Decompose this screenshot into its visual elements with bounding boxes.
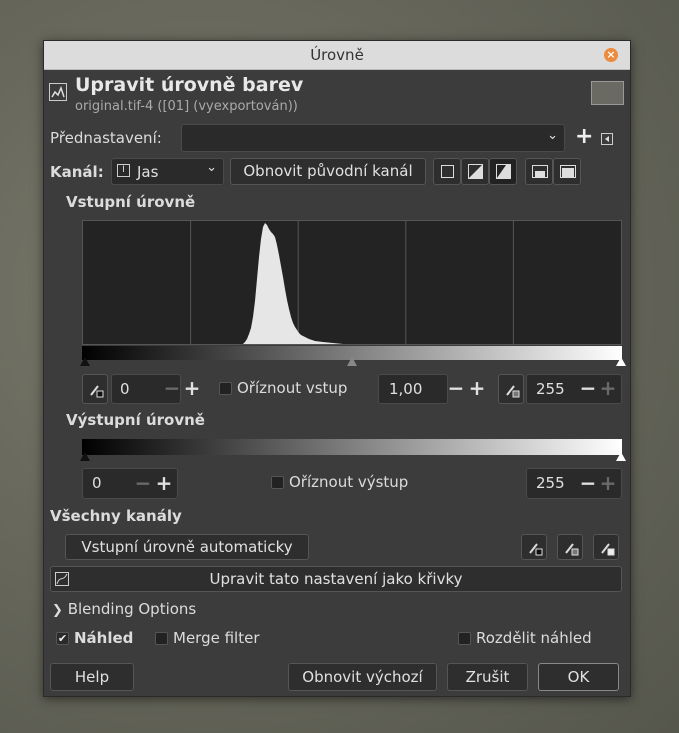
- histogram: [82, 220, 622, 345]
- luminance-icon: I: [117, 164, 130, 177]
- merge-filter-checkbox[interactable]: [155, 632, 168, 645]
- reset-defaults-button[interactable]: Obnovit výchozí: [288, 663, 437, 691]
- clip-input-checkbox[interactable]: [219, 382, 232, 395]
- linear-histogram-button[interactable]: [433, 158, 461, 185]
- output-levels-heading: Výstupní úrovně: [66, 411, 205, 429]
- window-title: Úrovně: [310, 46, 364, 64]
- log-scale-icon: [496, 164, 511, 179]
- gamma-increment[interactable]: +: [466, 374, 488, 402]
- output-low-decrement[interactable]: −: [132, 469, 154, 497]
- dialog-title: Upravit úrovně barev: [75, 74, 304, 96]
- presets-label: Přednastavení:: [50, 129, 162, 147]
- eyedropper-icon: [90, 385, 104, 398]
- ok-button[interactable]: OK: [538, 663, 619, 691]
- reset-channel-button[interactable]: Obnovit původní kanál: [230, 158, 426, 185]
- histogram-plot: [190, 221, 514, 344]
- input-low-increment[interactable]: +: [181, 374, 203, 402]
- title-bar[interactable]: Úrovně: [44, 41, 630, 70]
- input-levels-heading: Vstupní úrovně: [66, 193, 196, 211]
- gray-point-picker[interactable]: [498, 374, 524, 404]
- eyedropper-icon: [601, 543, 615, 556]
- pick-white-all-button[interactable]: [593, 534, 619, 560]
- all-channels-heading: Všechny kanály: [50, 507, 182, 525]
- channel-label: Kanál:: [50, 163, 104, 181]
- preview-checkbox[interactable]: ✔: [56, 632, 69, 645]
- linear-scale-icon: [468, 164, 483, 179]
- eyedropper-icon: [506, 385, 520, 398]
- auto-input-levels-button[interactable]: Vstupní úrovně automaticky: [65, 534, 309, 560]
- clip-output-checkbox[interactable]: [271, 476, 284, 489]
- help-button[interactable]: Help: [50, 663, 134, 691]
- output-low-increment[interactable]: +: [153, 469, 175, 497]
- levels-icon: [49, 83, 67, 101]
- black-point-picker[interactable]: [82, 374, 108, 404]
- close-icon[interactable]: ×: [604, 48, 618, 62]
- gamma-decrement[interactable]: −: [445, 374, 467, 402]
- channel-combo[interactable]: I Jas ⌄: [111, 158, 224, 185]
- eyedropper-icon: [565, 543, 579, 556]
- eyedropper-icon: [529, 543, 543, 556]
- output-high-decrement[interactable]: −: [577, 469, 599, 497]
- preset-menu-icon[interactable]: [601, 133, 613, 145]
- dialog-subtitle: original.tif-4 ([01] (vyexportován)): [75, 99, 298, 114]
- log-scale-button[interactable]: [489, 158, 517, 185]
- output-high-increment[interactable]: +: [597, 469, 619, 497]
- preview-label: Náhled: [74, 629, 134, 647]
- input-high-handle[interactable]: [616, 357, 626, 366]
- pick-black-all-button[interactable]: [521, 534, 547, 560]
- log-view-button[interactable]: [553, 158, 581, 185]
- clip-input-label: Oříznout vstup: [237, 379, 348, 397]
- clip-output-label: Oříznout výstup: [289, 473, 409, 491]
- chevron-right-icon: ❯: [52, 603, 63, 618]
- chevron-down-icon: ⌄: [547, 128, 558, 143]
- blending-options-expander[interactable]: ❯ Blending Options: [52, 600, 196, 618]
- pick-gray-all-button[interactable]: [557, 534, 583, 560]
- histogram-view-icon: [532, 165, 548, 178]
- gamma-spin[interactable]: 1,00: [378, 374, 448, 404]
- merge-filter-label: Merge filter: [173, 629, 260, 647]
- edit-as-curves-button[interactable]: Upravit tato nastavení jako křivky: [50, 566, 622, 592]
- input-high-increment[interactable]: +: [597, 374, 619, 402]
- input-high-decrement[interactable]: −: [577, 374, 599, 402]
- presets-combo[interactable]: ⌄: [181, 124, 565, 152]
- input-gamma-handle[interactable]: [347, 357, 357, 366]
- input-low-decrement[interactable]: −: [161, 374, 183, 402]
- image-thumbnail: [591, 81, 624, 105]
- input-low-handle[interactable]: [80, 357, 90, 366]
- levels-dialog: Úrovně × Upravit úrovně barev original.t…: [43, 40, 631, 697]
- add-preset-icon[interactable]: +: [575, 124, 593, 149]
- output-gradient-bar[interactable]: [82, 439, 622, 455]
- chevron-down-icon: ⌄: [206, 160, 217, 175]
- split-preview-checkbox[interactable]: [458, 632, 471, 645]
- curves-icon: [55, 572, 69, 586]
- square-icon: [441, 165, 454, 178]
- log-histogram-button[interactable]: [461, 158, 489, 185]
- linear-view-button[interactable]: [525, 158, 553, 185]
- split-preview-label: Rozdělit náhled: [476, 629, 592, 647]
- histogram-log-icon: [560, 165, 576, 178]
- output-low-handle[interactable]: [80, 452, 90, 461]
- output-high-handle[interactable]: [616, 452, 626, 461]
- cancel-button[interactable]: Zrušit: [447, 663, 528, 691]
